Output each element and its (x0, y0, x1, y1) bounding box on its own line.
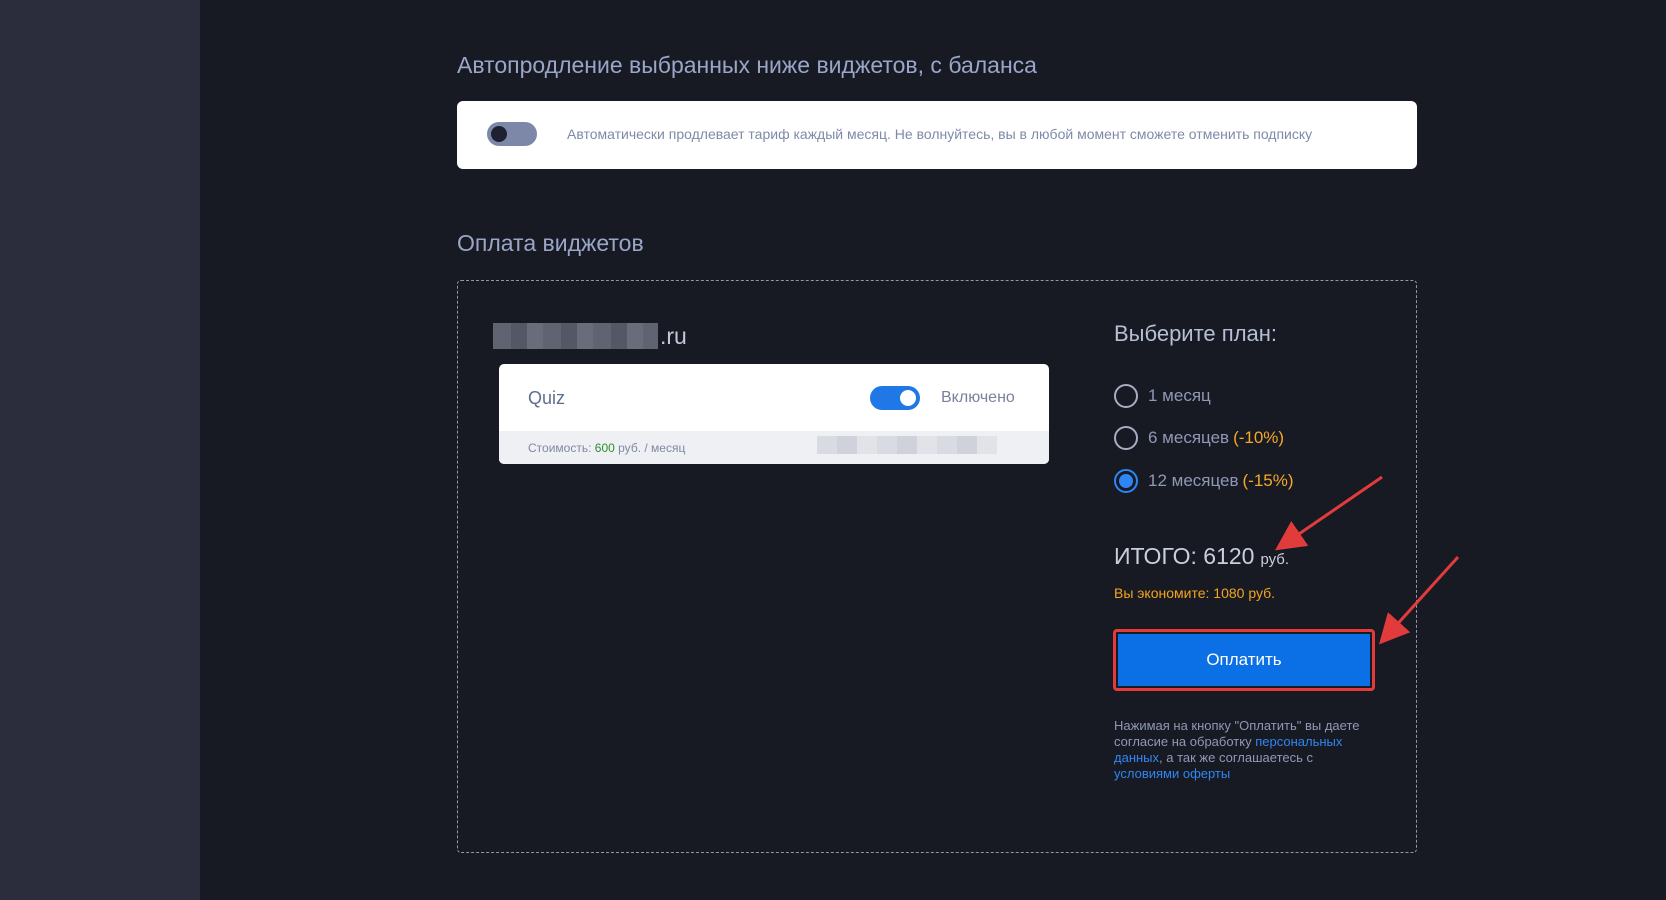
radio-icon[interactable] (1114, 426, 1138, 450)
pay-button[interactable]: Оплатить (1118, 634, 1370, 686)
widget-name: Quiz (528, 388, 566, 408)
consent-text: Нажимая на кнопку "Оплатить" вы даете со… (1114, 718, 1374, 782)
total-currency: руб. (1260, 551, 1290, 568)
plan-label: 6 месяцев (1148, 428, 1230, 447)
plan-label: 1 месяц (1148, 386, 1211, 405)
pay-button-highlight: Оплатить (1113, 629, 1375, 691)
widget-card: Quiz Включено Стоимость: 600 руб. / меся… (499, 364, 1049, 464)
plan-option-12-months[interactable]: 12 месяцев (-15%) (1114, 469, 1294, 493)
toggle-knob (900, 390, 916, 406)
cost-value: 600 (594, 441, 615, 455)
total: ИТОГО: 6120 руб. (1114, 543, 1289, 570)
toggle-knob (491, 126, 507, 142)
redacted-domain (493, 323, 658, 349)
redacted-info (817, 436, 997, 454)
autorenew-title: Автопродление выбранных ниже виджетов, с… (457, 52, 1037, 78)
radio-selected-icon[interactable] (1114, 469, 1138, 493)
widget-cost: Стоимость: 600 руб. / месяц (528, 441, 685, 455)
plan-title: Выберите план: (1114, 321, 1278, 346)
radio-icon[interactable] (1114, 384, 1138, 408)
widget-status: Включено (941, 389, 1015, 406)
domain-suffix: .ru (660, 322, 687, 349)
payment-title: Оплата виджетов (457, 230, 644, 256)
plan-option-1-month[interactable]: 1 месяц (1114, 384, 1211, 408)
cost-prefix: Стоимость: (528, 441, 592, 455)
autorenew-toggle[interactable] (487, 122, 537, 146)
economy-text: Вы экономите: 1080 руб. (1114, 585, 1276, 601)
autorenew-description: Автоматически продлевает тариф каждый ме… (567, 126, 1313, 142)
offer-terms-link[interactable]: условиями оферты (1114, 766, 1230, 781)
consent-text-2: , а так же соглашаетесь с (1159, 750, 1313, 765)
cost-suffix: руб. / месяц (618, 441, 686, 455)
autorenew-card: Автоматически продлевает тариф каждый ме… (457, 101, 1417, 169)
domain-name: .ru (493, 321, 687, 351)
widget-toggle[interactable] (870, 386, 920, 410)
plan-label: 12 месяцев (1148, 471, 1239, 490)
total-label: ИТОГО: 6120 (1114, 543, 1255, 569)
plan-discount: (-15%) (1242, 471, 1294, 490)
plan-discount: (-10%) (1233, 428, 1285, 447)
payment-box: .ru Quiz Включено Стоимость: 600 руб. / … (457, 280, 1417, 853)
sidebar (0, 0, 200, 900)
plan-option-6-months[interactable]: 6 месяцев (-10%) (1114, 426, 1284, 450)
